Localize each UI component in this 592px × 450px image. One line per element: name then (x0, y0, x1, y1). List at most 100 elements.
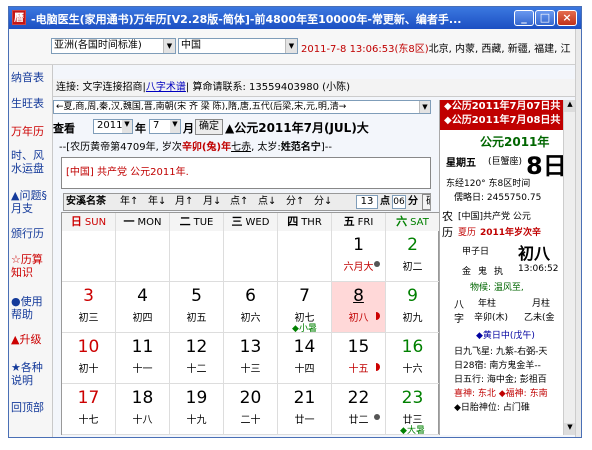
panel-scrollbar[interactable]: ▲ ▼ (563, 100, 576, 435)
timezone-select[interactable]: 亚洲(各国时间标准) ▼ (51, 38, 176, 54)
nav-item[interactable]: 颁行历 (11, 227, 53, 240)
title-bar: 曆 -电脑医生(家用通书)万年历[V2.28版-简体]-前4800年至10000… (9, 7, 581, 29)
nav-item[interactable]: ▲问题§月支 (11, 189, 53, 215)
nav-step-button[interactable]: 分↑ (286, 194, 304, 210)
maximize-button[interactable]: □ (535, 10, 555, 26)
hour-input[interactable]: 13 (356, 195, 378, 209)
nav-step-button[interactable]: 年↓ (148, 194, 166, 210)
toolbar: 亚洲(各国时间标准) ▼ 中国 ▼ 2011-7-8 13:06:53(东8区)… (9, 29, 575, 65)
day-number: 9 (407, 286, 418, 306)
panel-nong: 农 (442, 210, 453, 223)
dropdown-arrow-icon[interactable]: ▼ (163, 39, 175, 53)
day-cell[interactable]: 2 初二 (386, 231, 440, 282)
nav-step-button[interactable]: 点↓ (258, 194, 276, 210)
day-cell[interactable]: 23 廿三 ◆大暑 (386, 384, 440, 436)
weekday-cn: 日 (70, 215, 82, 228)
lunar-post: ]-- (320, 142, 332, 152)
dropdown-arrow-icon[interactable]: ▼ (419, 101, 430, 113)
day-cell[interactable]: 1 六月大 (332, 231, 386, 282)
lookup-confirm-button[interactable]: 确定 (195, 119, 223, 135)
panel-xiali-text: 2011年岁次辛 (480, 228, 542, 238)
close-button[interactable]: × (557, 10, 577, 26)
contact-suffix: | 算命请联系: 13559403980 (小陈) (185, 82, 350, 93)
day-cell[interactable]: 20 二十 (224, 384, 278, 435)
day-cell[interactable]: 9 初九 (386, 282, 440, 333)
nav-item[interactable]: ★各种说明 (11, 361, 53, 387)
panel-longitude: 东经120° 东8区时间 (446, 179, 531, 189)
dynasty-select[interactable]: ←夏,商,周,秦,汉,魏国,晋,南朝(宋 齐 梁 陈),隋,唐,五代(后梁,宋,… (53, 100, 431, 114)
nav-item[interactable]: 回顶部 (11, 401, 53, 414)
time-confirm-button[interactable]: 确定 (422, 194, 430, 210)
day-cell[interactable]: 21 廿一 (278, 384, 332, 435)
weekday-en: WED (245, 217, 270, 228)
month-value: 7 (153, 120, 160, 131)
nav-step-button[interactable]: 月↓ (203, 194, 221, 210)
day-cell[interactable]: 13 十三 (224, 333, 278, 384)
panel-xiu: 日28宿: 南方鬼金羊-- (454, 361, 541, 371)
day-number: 11 (131, 337, 154, 357)
lunar-day: 初四 (132, 313, 153, 324)
nav-step-button[interactable]: 年↑ (120, 194, 138, 210)
day-cell[interactable]: 11 十一 (116, 333, 170, 384)
day-cell[interactable]: 18 十八 (116, 384, 170, 435)
day-number: 17 (77, 388, 100, 408)
day-cell[interactable]: 7 初七 ◆小暑 (278, 282, 332, 334)
day-cell[interactable]: 5 初五 (170, 282, 224, 333)
nav-step-button[interactable]: 点↑ (230, 194, 248, 210)
dropdown-arrow-icon[interactable]: ▼ (170, 120, 180, 133)
nav-item[interactable]: 时、风水运盘 (11, 149, 53, 175)
day-cell (224, 231, 278, 282)
day-cell[interactable]: 22 廿二 (332, 384, 386, 435)
red-header: ◆公历2011年7月07日共 ◆公历2011年7月08日共 (440, 100, 563, 130)
day-cell[interactable]: 8 初八 (332, 282, 386, 333)
day-cell[interactable]: 10 初十 (62, 333, 116, 384)
lunar-day: 初三 (78, 313, 99, 324)
month-select[interactable]: 7 ▼ (149, 119, 181, 134)
day-number: 7 (299, 286, 310, 306)
panel-nianzhu: 年柱 (478, 299, 497, 309)
day-cell[interactable]: 3 初三 (62, 282, 116, 333)
day-cell[interactable]: 6 初六 (224, 282, 278, 333)
dropdown-arrow-icon[interactable]: ▼ (122, 120, 132, 133)
minute-input[interactable]: 06 (392, 195, 406, 209)
contact-bar: 连接: 文字连接招商|八字术谱| 算命请联系: 13559403980 (小陈) (53, 79, 575, 97)
day-cell[interactable]: 19 十九 (170, 384, 224, 435)
day-cell[interactable]: 16 十六 (386, 333, 440, 384)
panel-gui: 鬼 (478, 267, 488, 277)
nav-item[interactable]: ☆历算知识 (11, 253, 53, 279)
solar-term: ◆大暑 (400, 426, 425, 436)
nav-step-button[interactable]: 分↓ (314, 194, 332, 210)
day-cell[interactable]: 12 十二 (170, 333, 224, 384)
dropdown-arrow-icon[interactable]: ▼ (285, 39, 297, 53)
day-cell[interactable]: 4 初四 (116, 282, 170, 333)
lunar-star: 七赤 (231, 142, 252, 152)
nav-item[interactable]: 万年历 (11, 125, 53, 138)
day-cell[interactable]: 14 十四 (278, 333, 332, 384)
nav-item[interactable]: 纳音表 (11, 71, 53, 84)
day-cell[interactable]: 17 十七 (62, 384, 116, 435)
lunar-day: 二十 (240, 415, 261, 426)
lunar-ganzhi: 辛卯(兔)年 (181, 142, 232, 152)
nav-item[interactable]: 生旺表 (11, 97, 53, 110)
nav-item[interactable]: ▲升级 (11, 333, 53, 346)
bazi-link[interactable]: 八字术谱 (146, 82, 186, 93)
moon-phase-icon (374, 261, 380, 267)
calendar-nav-row: 安溪名茶 年↑ 年↓ 月↑ 月↓ 点↑ 点↓ 分↑ 分↓ 13 点 06 分 确定 (63, 193, 431, 211)
day-cell (116, 231, 170, 282)
window-scrollbar[interactable] (575, 29, 581, 437)
nav-item[interactable]: ●使用帮助 (11, 295, 53, 321)
panel-taishen: ◆日胎神位: 占门碓 (454, 403, 530, 413)
year-input[interactable]: 2011 ▼ (93, 119, 133, 134)
country-select[interactable]: 中国 ▼ (178, 38, 298, 54)
lunar-day: 廿一 (294, 415, 315, 426)
minimize-button[interactable]: _ (514, 10, 534, 26)
day-number: 8 (353, 286, 364, 306)
lunar-day: 初五 (186, 313, 207, 324)
panel-ri: ◆黄日中(戊午) (476, 331, 535, 341)
panel-nong-text: [中国]共产党 公元 (458, 212, 531, 222)
day-number: 23 (401, 388, 424, 408)
nav-step-button[interactable]: 月↑ (175, 194, 193, 210)
day-cell[interactable]: 15 十五 (332, 333, 386, 384)
panel-xiali: 夏历 (458, 228, 477, 238)
panel-wuxing: 日五行: 海中金; 彭祖百 (454, 375, 547, 385)
